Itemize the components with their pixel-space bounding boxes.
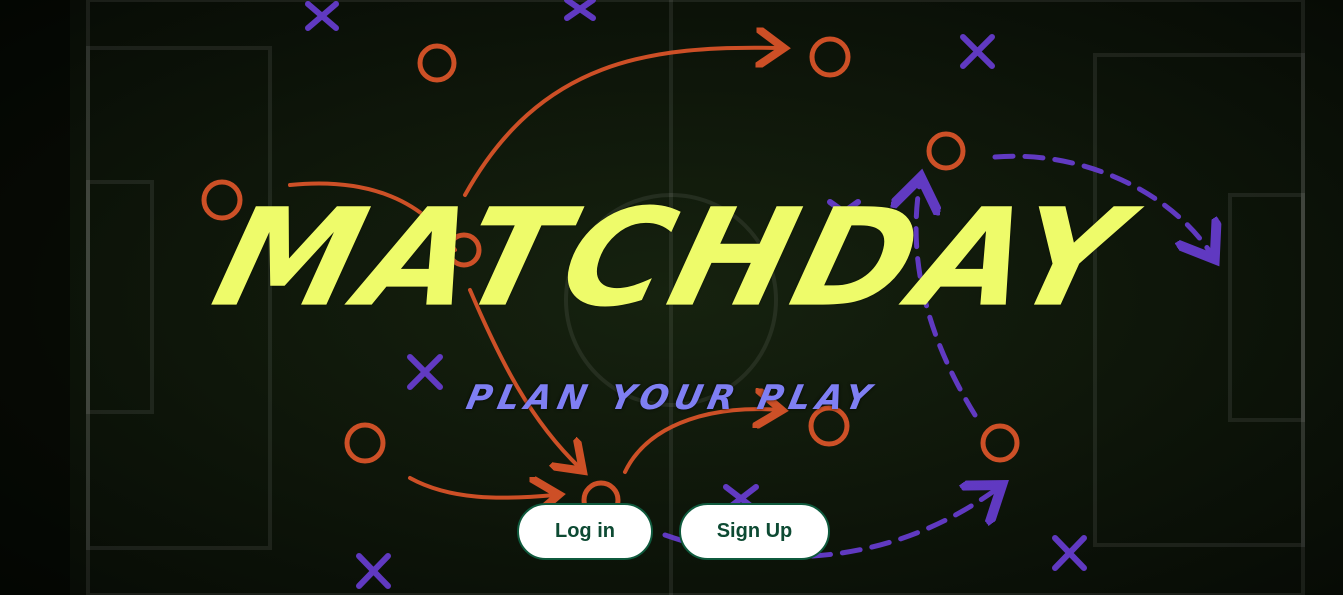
app-title: MATCHDAY xyxy=(200,180,1144,337)
login-button[interactable]: Log in xyxy=(517,503,653,560)
signup-button[interactable]: Sign Up xyxy=(679,503,830,560)
tagline: PLAN YOUR PLAY xyxy=(462,378,881,418)
